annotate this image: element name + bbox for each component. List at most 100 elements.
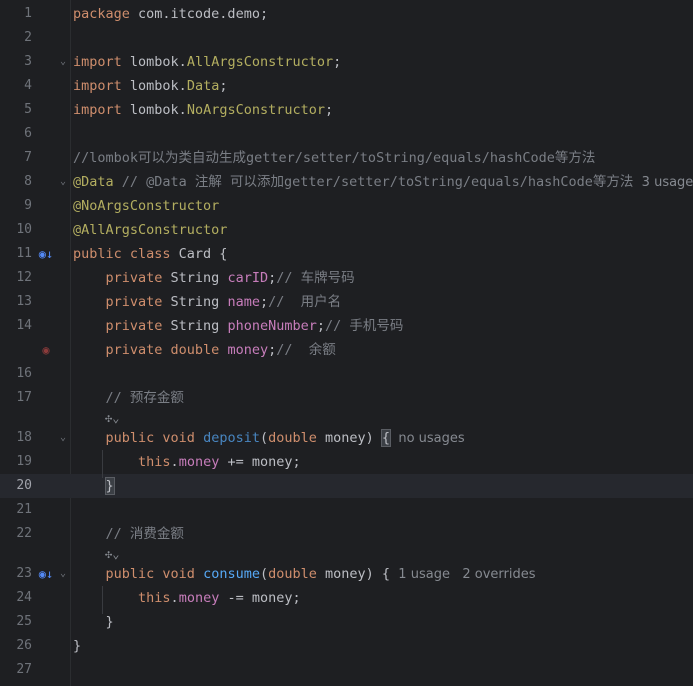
line-number[interactable]: 23 (0, 562, 32, 586)
implemented-icon[interactable]: ◉↓ (38, 566, 54, 582)
code-line[interactable]: 2 (0, 26, 693, 50)
code-line[interactable]: 22 // 消费金额 (0, 522, 693, 546)
code-text[interactable]: public class Card { (73, 242, 227, 266)
ai-assist-icon[interactable]: ✣⌄ (105, 410, 119, 426)
line-number[interactable]: 14 (0, 314, 32, 338)
line-number[interactable]: 17 (0, 386, 32, 410)
code-line[interactable]: 14 private String phoneNumber;// 手机号码 (0, 314, 693, 338)
code-token: phoneNumber (227, 318, 317, 334)
code-token: += money; (219, 454, 301, 470)
code-token: // 消费金额 (105, 526, 184, 542)
code-token: NoArgsConstructor (186, 102, 325, 118)
line-number[interactable]: 7 (0, 146, 32, 170)
code-line[interactable]: ◉ private double money;// 余额 (0, 338, 693, 362)
code-token: ; (219, 78, 228, 94)
code-token: ; (333, 54, 342, 70)
code-line[interactable]: 7 //lombok可以为类自动生成getter/setter/toString/… (0, 146, 693, 170)
code-text[interactable]: @Data // @Data 注解 可以添加getter/setter/toSt… (73, 170, 693, 195)
line-number[interactable]: 8 (0, 170, 32, 194)
inlay-hint[interactable]: 3 usages (633, 175, 693, 190)
fold-open-icon[interactable]: ⌄ (58, 50, 68, 74)
code-line[interactable]: 3 ⌄ import lombok.AllArgsConstructor; (0, 50, 693, 74)
code-text[interactable]: public void deposit(double money) { no u… (73, 426, 465, 451)
inlay-hint[interactable]: no usages (390, 431, 464, 446)
code-token: money) (325, 430, 382, 446)
line-number[interactable]: 12 (0, 266, 32, 290)
code-text[interactable]: private double money;// 余额 (73, 338, 336, 362)
line-number[interactable]: 18 (0, 426, 32, 450)
code-text[interactable]: private String name;// 用户名 (73, 290, 342, 314)
code-text[interactable]: // 预存金额 (73, 386, 184, 410)
code-text[interactable]: // 消费金额 (73, 522, 184, 546)
code-text[interactable]: this.money += money; (73, 450, 301, 474)
code-text[interactable]: import lombok.NoArgsConstructor; (73, 98, 333, 122)
code-text[interactable]: //lombok可以为类自动生成getter/setter/toString/e… (73, 146, 595, 170)
code-text[interactable]: } (73, 634, 81, 658)
code-line[interactable]: 20 } (0, 474, 693, 498)
line-number[interactable]: 25 (0, 610, 32, 634)
code-text[interactable]: public void consume(double money) { 1 us… (73, 562, 536, 587)
code-line[interactable]: 17 // 预存金额 (0, 386, 693, 410)
fold-open-icon[interactable]: ⌄ (58, 170, 68, 194)
code-text[interactable]: private String carID;// 车牌号码 (73, 266, 355, 290)
code-line[interactable]: 24 this.money -= money; (0, 586, 693, 610)
code-line[interactable]: 23 ◉↓ ⌄ public void consume(double money) … (0, 562, 693, 586)
code-editor[interactable]: 1 package com.itcode.demo; 2 3 ⌄ import lombo… (0, 0, 693, 686)
code-text[interactable]: package com.itcode.demo; (73, 2, 268, 26)
code-text[interactable]: import lombok.AllArgsConstructor; (73, 50, 341, 74)
implemented-icon[interactable]: ◉↓ (38, 246, 54, 262)
code-line[interactable]: 26} (0, 634, 693, 658)
code-line[interactable]: 5 import lombok.NoArgsConstructor; (0, 98, 693, 122)
line-number[interactable]: 13 (0, 290, 32, 314)
code-line[interactable]: 8 ⌄ @Data // @Data 注解 可以添加getter/setter/to… (0, 170, 693, 194)
code-line[interactable]: 19 this.money += money; (0, 450, 693, 474)
code-line[interactable]: 13 private String name;// 用户名 (0, 290, 693, 314)
line-number[interactable]: 20 (0, 474, 32, 498)
fold-open-icon[interactable]: ⌄ (58, 562, 68, 586)
code-token: @Data (73, 174, 114, 190)
code-text[interactable]: } (73, 610, 114, 634)
line-number[interactable]: 6 (0, 122, 32, 146)
line-number[interactable]: 5 (0, 98, 32, 122)
line-number[interactable]: 24 (0, 586, 32, 610)
code-line[interactable]: 11 ◉↓ public class Card { (0, 242, 693, 266)
line-number[interactable]: 21 (0, 498, 32, 522)
line-number[interactable]: 16 (0, 362, 32, 386)
code-line[interactable]: 10 @AllArgsConstructor (0, 218, 693, 242)
line-number[interactable]: 2 (0, 26, 32, 50)
code-line[interactable]: 9 @NoArgsConstructor (0, 194, 693, 218)
code-text[interactable]: } (73, 474, 115, 498)
code-text[interactable]: private String phoneNumber;// 手机号码 (73, 314, 404, 338)
line-number[interactable]: 9 (0, 194, 32, 218)
breakpoint-eye-icon[interactable]: ◉ (38, 342, 54, 358)
line-number[interactable]: 3 (0, 50, 32, 74)
code-text[interactable]: this.money -= money; (73, 586, 301, 610)
code-token: . (170, 454, 179, 470)
line-number[interactable]: 4 (0, 74, 32, 98)
code-line[interactable]: 12 private String carID;// 车牌号码 (0, 266, 693, 290)
code-line[interactable]: 21 (0, 498, 693, 522)
code-text[interactable]: @NoArgsConstructor (73, 194, 219, 218)
code-line[interactable]: 1 package com.itcode.demo; (0, 2, 693, 26)
code-line[interactable]: 4 import lombok.Data; (0, 74, 693, 98)
inlay-hint[interactable]: 1 usage 2 overrides (390, 567, 535, 582)
ai-assist-icon[interactable]: ✣⌄ (105, 546, 119, 562)
code-line[interactable]: 18 ⌄ public void deposit(double money) { … (0, 426, 693, 450)
line-number[interactable]: 22 (0, 522, 32, 546)
code-line[interactable]: 27 (0, 658, 693, 682)
code-token: com.itcode.demo; (138, 6, 269, 22)
code-line[interactable]: 6 (0, 122, 693, 146)
code-line[interactable]: 16 (0, 362, 693, 386)
code-token: carID (227, 270, 269, 286)
code-line[interactable]: 25 } (0, 610, 693, 634)
line-number[interactable]: 26 (0, 634, 32, 658)
line-number[interactable]: 11 (0, 242, 32, 266)
line-number[interactable]: 19 (0, 450, 32, 474)
line-number[interactable]: 1 (0, 2, 32, 26)
line-number[interactable]: 10 (0, 218, 32, 242)
code-text[interactable]: @AllArgsConstructor (73, 218, 227, 242)
line-number[interactable]: 27 (0, 658, 32, 682)
code-token: public class (73, 246, 179, 262)
code-text[interactable]: import lombok.Data; (73, 74, 227, 98)
fold-open-icon[interactable]: ⌄ (58, 426, 68, 450)
